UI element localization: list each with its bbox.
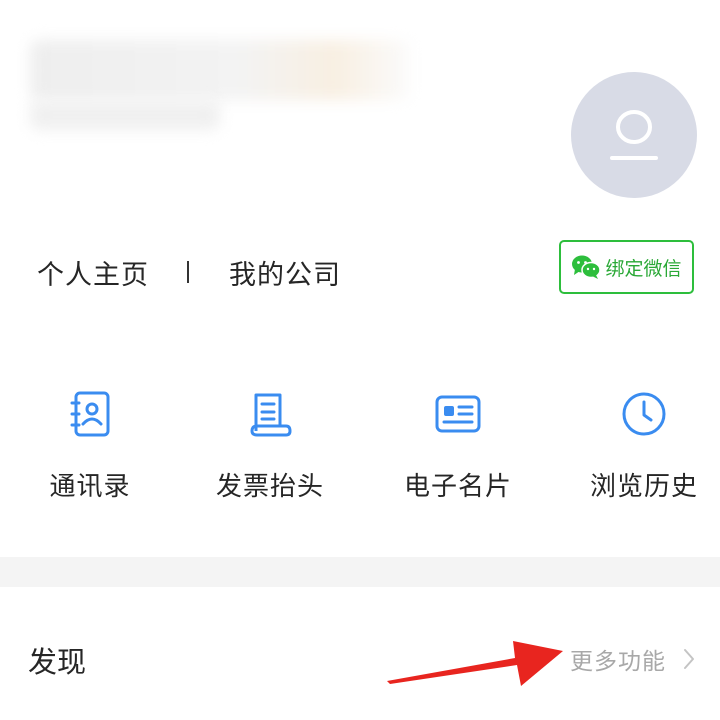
more-features-label: 更多功能 xyxy=(570,649,666,675)
link-divider xyxy=(187,261,189,283)
clock-icon xyxy=(622,392,666,436)
shortcut-invoice-title[interactable]: 发票抬头 xyxy=(180,380,360,503)
contacts-book-icon xyxy=(70,391,110,437)
shortcut-grid: 通讯录 发票抬头 电子名片 浏览历史 xyxy=(0,380,720,510)
shortcut-browse-history[interactable]: 浏览历史 xyxy=(554,380,720,503)
shortcut-label: 发票抬头 xyxy=(215,472,324,502)
wechat-icon xyxy=(572,255,602,279)
shortcut-contacts[interactable]: 通讯录 xyxy=(0,380,180,503)
more-features-link[interactable]: 更多功能 xyxy=(570,642,696,676)
invoice-document-icon xyxy=(250,393,292,437)
discover-section: 发现 更多功能 xyxy=(0,587,720,720)
bind-wechat-button[interactable]: 绑定微信 xyxy=(559,240,694,294)
user-avatar-placeholder-icon xyxy=(610,110,658,160)
shortcut-label: 通讯录 xyxy=(49,472,131,502)
business-card-icon xyxy=(435,395,481,433)
user-name-blurred xyxy=(30,40,410,100)
discover-title: 发现 xyxy=(28,645,87,679)
profile-header: 个人主页 我的公司 绑定微信 xyxy=(0,0,720,330)
my-company-link[interactable]: 我的公司 xyxy=(229,253,341,292)
avatar[interactable] xyxy=(571,72,697,198)
section-divider xyxy=(0,557,720,587)
shortcut-label: 电子名片 xyxy=(403,472,512,502)
bind-wechat-label: 绑定微信 xyxy=(605,257,682,280)
profile-links: 个人主页 我的公司 xyxy=(37,250,341,294)
shortcut-label: 浏览历史 xyxy=(589,472,698,502)
chevron-right-icon xyxy=(684,649,694,669)
user-info-blurred xyxy=(30,100,220,130)
shortcut-business-card[interactable]: 电子名片 xyxy=(368,380,548,503)
personal-homepage-link[interactable]: 个人主页 xyxy=(37,253,149,292)
